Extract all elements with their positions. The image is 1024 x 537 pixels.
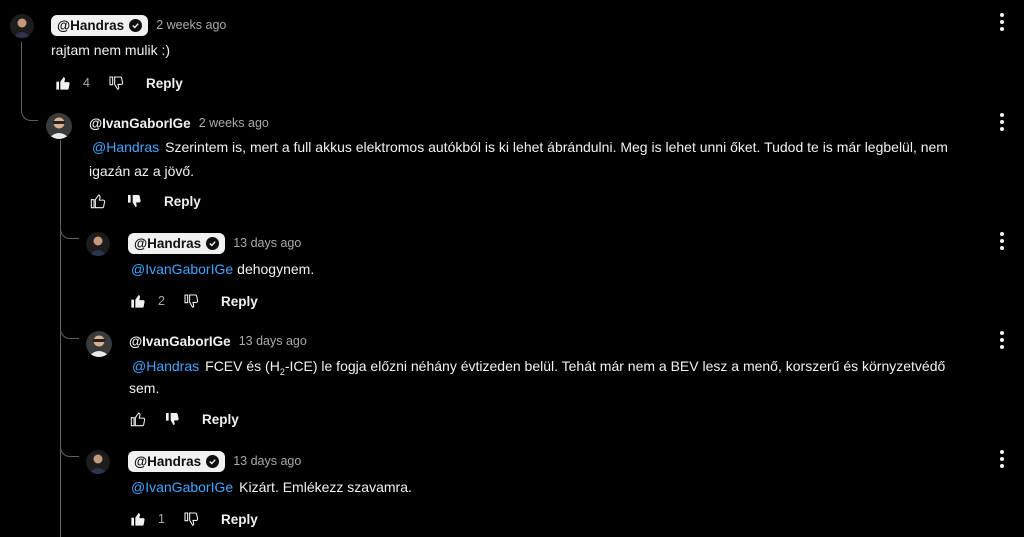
author-badge[interactable]: @Handras xyxy=(128,232,226,254)
mention-link[interactable]: @IvanGaborIGe xyxy=(131,261,233,277)
comment-text: @IvanGaborIGe dehogynem. xyxy=(131,257,314,281)
comment-text-line: dehogynem. xyxy=(237,261,315,277)
thumb-down-icon xyxy=(184,294,199,308)
avatar[interactable] xyxy=(86,450,110,474)
thumb-up-icon xyxy=(131,513,145,526)
like-count: 4 xyxy=(83,76,90,90)
reply-button[interactable]: Reply xyxy=(146,76,183,91)
comment-text-line: Kizárt. Emlékezz szavamra. xyxy=(239,479,412,495)
author-name[interactable]: @Handras xyxy=(134,236,201,251)
like-button[interactable] xyxy=(126,407,150,431)
author-name[interactable]: @IvanGaborIGe xyxy=(129,334,231,349)
timestamp[interactable]: 2 weeks ago xyxy=(156,18,226,32)
more-vert-icon[interactable] xyxy=(992,229,1012,253)
avatar[interactable] xyxy=(86,232,110,256)
like-button[interactable] xyxy=(126,507,150,531)
thumb-up-icon xyxy=(131,295,145,308)
dislike-button[interactable] xyxy=(179,507,203,531)
thumb-down-icon xyxy=(166,413,179,426)
thread-line-branch-1 xyxy=(60,222,79,239)
like-button[interactable] xyxy=(126,289,150,313)
like-button[interactable] xyxy=(86,189,110,213)
timestamp[interactable]: 13 days ago xyxy=(233,236,301,250)
timestamp[interactable]: 13 days ago xyxy=(239,334,307,348)
comment-text: @Handras Szerintem is, mert a full akkus … xyxy=(92,135,948,159)
dislike-button[interactable] xyxy=(122,189,146,213)
comment-text-line: -ICE) le fogja előzni néhány évtizeden b… xyxy=(284,358,946,374)
dislike-button[interactable] xyxy=(104,71,128,95)
thumb-down-icon xyxy=(109,76,124,90)
thread-line-branch-3 xyxy=(60,440,79,457)
mention-link[interactable]: @IvanGaborIGe xyxy=(131,479,233,495)
comment-text-line: FCEV és (H xyxy=(205,358,280,374)
comment-text-line: Szerintem is, mert a full akkus elektrom… xyxy=(165,139,948,155)
dislike-button[interactable] xyxy=(179,289,203,313)
avatar[interactable] xyxy=(10,14,34,38)
thread-line-branch-2 xyxy=(60,322,79,339)
timestamp[interactable]: 2 weeks ago xyxy=(199,116,269,130)
reply-button[interactable]: Reply xyxy=(164,194,201,209)
thumb-up-icon xyxy=(90,194,106,209)
reply-button[interactable]: Reply xyxy=(202,412,239,427)
thumb-down-icon xyxy=(128,195,141,208)
comment-text-continued: igazán az a jövő. xyxy=(89,163,195,179)
comment-text: @Handras FCEV és (H2-ICE) le fogja előzni… xyxy=(132,354,945,384)
thumb-up-icon xyxy=(130,412,146,427)
more-vert-icon[interactable] xyxy=(992,110,1012,134)
thumb-up-icon xyxy=(56,77,70,90)
mention-link[interactable]: @Handras xyxy=(132,358,199,374)
timestamp[interactable]: 13 days ago xyxy=(233,454,301,468)
reply-button[interactable]: Reply xyxy=(221,512,258,527)
comment-text-continued: sem. xyxy=(129,380,160,396)
thread-line-level2 xyxy=(60,140,61,537)
avatar[interactable] xyxy=(86,331,112,357)
comment-text: @IvanGaborIGe Kizárt. Emlékezz szavamra. xyxy=(131,475,412,499)
avatar[interactable] xyxy=(46,113,72,139)
more-vert-icon[interactable] xyxy=(992,10,1012,34)
author-badge[interactable]: @Handras xyxy=(128,450,226,472)
thumb-down-icon xyxy=(184,512,199,526)
like-count: 1 xyxy=(158,512,165,526)
author-name[interactable]: @Handras xyxy=(134,454,201,469)
author-name[interactable]: @IvanGaborIGe xyxy=(89,116,191,131)
reply-button[interactable]: Reply xyxy=(221,294,258,309)
verified-check-icon xyxy=(206,454,220,468)
dislike-button[interactable] xyxy=(160,407,184,431)
more-vert-icon[interactable] xyxy=(992,328,1012,352)
more-vert-icon[interactable] xyxy=(992,447,1012,471)
verified-check-icon xyxy=(206,236,220,250)
author-badge[interactable]: @Handras xyxy=(51,14,149,36)
like-button[interactable] xyxy=(51,71,75,95)
author-name[interactable]: @Handras xyxy=(57,18,124,33)
mention-link[interactable]: @Handras xyxy=(92,139,159,155)
thread-line-root xyxy=(21,42,38,121)
comment-text: rajtam nem mulik :) xyxy=(51,42,171,58)
verified-check-icon xyxy=(129,18,143,32)
like-count: 2 xyxy=(158,294,165,308)
